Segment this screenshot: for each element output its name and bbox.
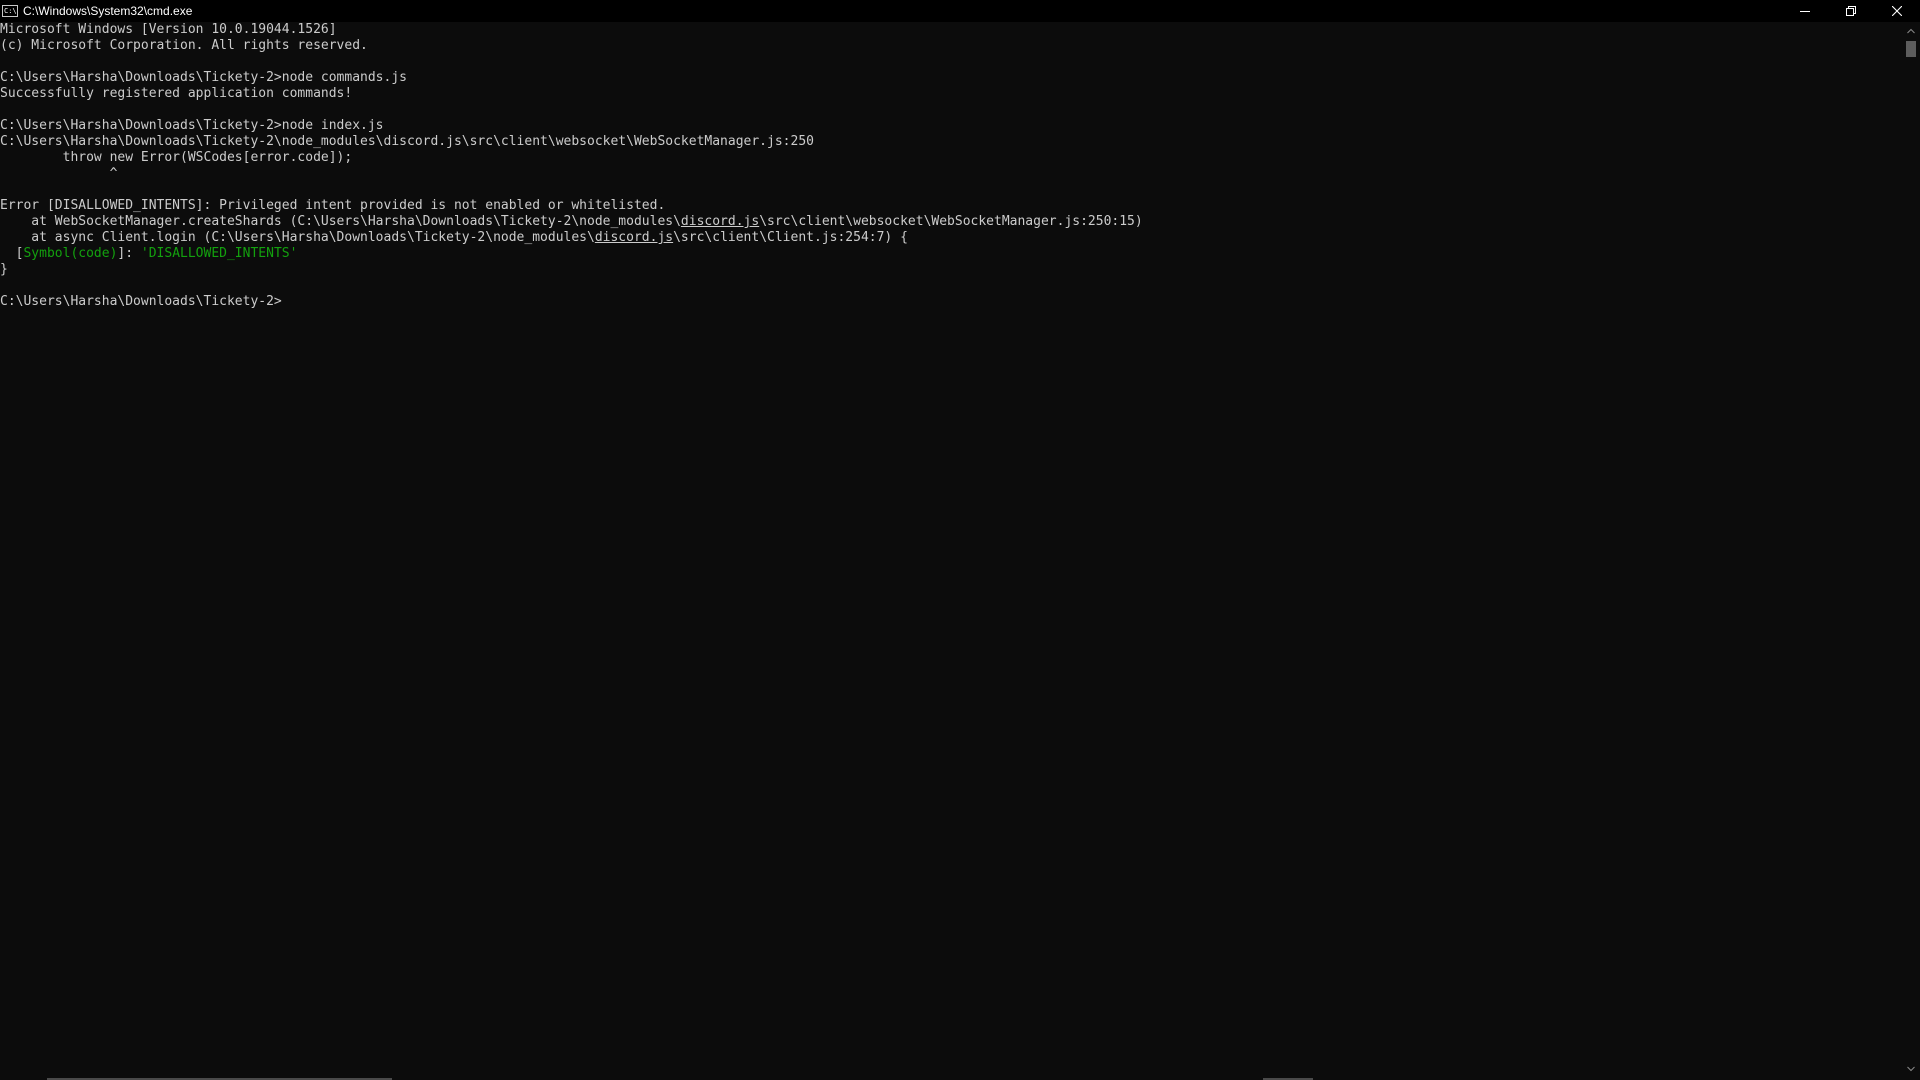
console-text: discord.js — [680, 214, 760, 229]
cmd-app-icon[interactable]: C:\ — [2, 5, 18, 17]
console-line: Microsoft Windows [Version 10.0.19044.15… — [0, 22, 1902, 38]
console-line: Successfully registered application comm… — [0, 86, 1902, 102]
scroll-up-button[interactable] — [1902, 24, 1920, 38]
minimize-button[interactable] — [1782, 0, 1828, 22]
console-text: [ — [0, 246, 24, 261]
restore-button[interactable] — [1828, 0, 1874, 22]
minimize-icon — [1800, 11, 1810, 12]
console-text: C:\Users\Harsha\Downloads\Tickety-2> — [0, 294, 282, 309]
console-text: ^ — [0, 166, 118, 181]
close-button[interactable] — [1874, 0, 1920, 22]
scroll-down-button[interactable] — [1902, 1062, 1920, 1076]
close-icon — [1892, 6, 1902, 16]
scroll-down-arrow-icon — [1907, 1066, 1915, 1072]
restore-icon — [1846, 6, 1856, 16]
console-text: at WebSocketManager.createShards (C:\Use… — [0, 214, 681, 229]
console-text: 'DISALLOWED_INTENTS' — [140, 246, 298, 261]
console-text: C:\Users\Harsha\Downloads\Tickety-2>node… — [0, 118, 384, 133]
console-line: at async Client.login (C:\Users\Harsha\D… — [0, 230, 1902, 246]
console-line: [Symbol(code)]: 'DISALLOWED_INTENTS' — [0, 246, 1902, 262]
console-output[interactable]: Microsoft Windows [Version 10.0.19044.15… — [0, 22, 1902, 1078]
console-line: Error [DISALLOWED_INTENTS]: Privileged i… — [0, 198, 1902, 214]
title-bar[interactable]: C:\ C:\Windows\System32\cmd.exe — [0, 0, 1920, 22]
cmd-window: C:\ C:\Windows\System32\cmd.exe Microsof… — [0, 0, 1920, 1080]
cmd-app-icon-label: C:\ — [4, 7, 17, 15]
console-line: throw new Error(WSCodes[error.code]); — [0, 150, 1902, 166]
vertical-scroll-thumb[interactable] — [1906, 41, 1916, 57]
console-line: C:\Users\Harsha\Downloads\Tickety-2\node… — [0, 134, 1902, 150]
console-text: \src\client\websocket\WebSocketManager.j… — [759, 214, 1143, 229]
console-text: C:\Users\Harsha\Downloads\Tickety-2>node… — [0, 70, 407, 85]
console-line: (c) Microsoft Corporation. All rights re… — [0, 38, 1902, 54]
console-text: Symbol(code) — [23, 246, 118, 261]
console-text: Microsoft Windows [Version 10.0.19044.15… — [0, 22, 337, 37]
console-text: \src\client\Client.js:254:7) { — [673, 230, 908, 245]
caption-buttons — [1782, 0, 1920, 22]
console-line: ^ — [0, 166, 1902, 182]
console-line: C:\Users\Harsha\Downloads\Tickety-2>node… — [0, 70, 1902, 86]
console-text: (c) Microsoft Corporation. All rights re… — [0, 38, 368, 53]
scroll-up-arrow-icon — [1907, 28, 1915, 34]
console-text: throw new Error(WSCodes[error.code]); — [0, 150, 353, 165]
console-text: Error [DISALLOWED_INTENTS]: Privileged i… — [0, 198, 666, 213]
console-line: C:\Users\Harsha\Downloads\Tickety-2> — [0, 294, 1902, 310]
console-line: at WebSocketManager.createShards (C:\Use… — [0, 214, 1902, 230]
vertical-scrollbar[interactable] — [1902, 22, 1920, 1078]
console-text: Successfully registered application comm… — [0, 86, 353, 101]
console-line: } — [0, 262, 1902, 278]
console-text: at async Client.login (C:\Users\Harsha\D… — [0, 230, 595, 245]
console-text: ]: — [117, 246, 141, 261]
console-text: } — [0, 262, 8, 277]
window-title: C:\Windows\System32\cmd.exe — [23, 4, 193, 18]
console-text: discord.js — [594, 230, 674, 245]
console-line: C:\Users\Harsha\Downloads\Tickety-2>node… — [0, 118, 1902, 134]
console-text: C:\Users\Harsha\Downloads\Tickety-2\node… — [0, 134, 814, 149]
